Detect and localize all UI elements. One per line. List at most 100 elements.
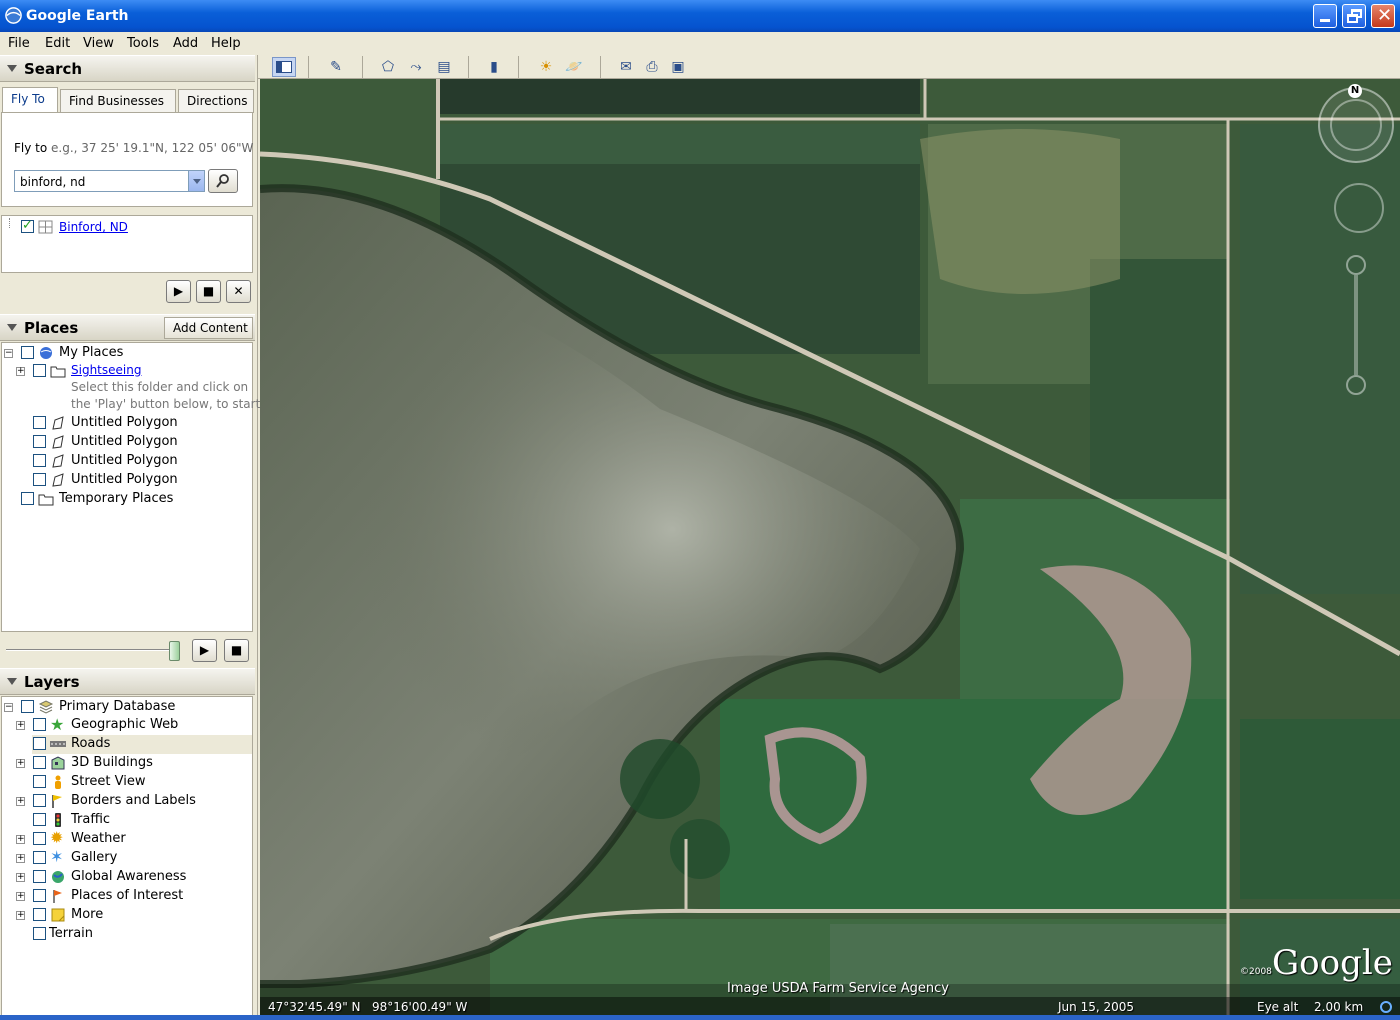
layer-3d-buildings[interactable]: 3D Buildings [71, 755, 153, 770]
temporary-places-checkbox[interactable] [21, 492, 34, 505]
polygon-button[interactable]: ⬠ [376, 57, 400, 77]
result-checkbox[interactable]: ✓ [21, 218, 34, 233]
toolbar: ✎ ⬠ ⤳ ▤ ▮ ☀ 🪐 ✉ ⎙ ▣ [258, 55, 1400, 79]
layer-roads[interactable]: Roads [71, 736, 110, 751]
search-input[interactable]: binford, nd [14, 170, 205, 192]
menu-tools[interactable]: Tools [127, 36, 159, 51]
print-button[interactable]: ⎙ [640, 57, 664, 77]
move-joystick[interactable] [1334, 183, 1384, 233]
layer-checkbox[interactable] [33, 794, 46, 807]
polygon-label[interactable]: Untitled Polygon [71, 472, 178, 487]
polygon-checkbox[interactable] [33, 435, 46, 448]
layers-header[interactable]: Layers [0, 668, 255, 695]
layer-checkbox[interactable] [33, 775, 46, 788]
primary-database-label[interactable]: Primary Database [59, 699, 175, 714]
polygon-label[interactable]: Untitled Polygon [71, 453, 178, 468]
layer-checkbox[interactable] [33, 832, 46, 845]
ruler-button[interactable]: ▮ [482, 57, 506, 77]
stop-tour-button[interactable]: ■ [196, 280, 221, 303]
primary-database-checkbox[interactable] [21, 700, 34, 713]
expand-toggle[interactable]: + [16, 367, 25, 376]
minimize-button[interactable] [1313, 4, 1337, 28]
map-view[interactable]: N Image USDA Farm Service Agency ©2008 G… [260, 79, 1400, 1017]
sky-button[interactable]: 🪐 [562, 57, 586, 77]
clear-results-button[interactable]: ✕ [226, 280, 251, 303]
layer-checkbox[interactable] [33, 870, 46, 883]
layer-checkbox[interactable] [33, 718, 46, 731]
layer-weather[interactable]: Weather [71, 831, 126, 846]
layer-places-of-interest[interactable]: Places of Interest [71, 888, 183, 903]
zoom-slider[interactable] [1354, 275, 1358, 375]
layer-checkbox[interactable] [33, 908, 46, 921]
tab-fly-to[interactable]: Fly To [2, 87, 58, 115]
search-button[interactable] [208, 169, 238, 193]
expand-toggle[interactable]: + [16, 835, 25, 844]
slider-handle[interactable] [169, 641, 180, 661]
expand-toggle[interactable]: + [16, 911, 25, 920]
collapse-toggle[interactable]: − [4, 703, 13, 712]
email-button[interactable]: ✉ [614, 57, 638, 77]
expand-toggle[interactable]: + [16, 759, 25, 768]
layer-geographic-web[interactable]: Geographic Web [71, 717, 178, 732]
sidebar-toggle-button[interactable] [272, 57, 296, 77]
polygon-label[interactable]: Untitled Polygon [71, 434, 178, 449]
result-binford[interactable]: Binford, ND [59, 220, 128, 234]
tour-speed-slider[interactable] [6, 649, 178, 651]
zoom-out-button[interactable] [1346, 375, 1366, 395]
grid-placemark-icon [38, 220, 53, 234]
layer-checkbox[interactable] [33, 737, 46, 750]
places-header[interactable]: Places Add Content [0, 314, 255, 341]
sunlight-button[interactable]: ☀ [534, 57, 558, 77]
terrain-checkbox[interactable] [33, 927, 46, 940]
play-tour-button[interactable]: ▶ [166, 280, 191, 303]
polygon-checkbox[interactable] [33, 416, 46, 429]
zoom-in-button[interactable] [1346, 255, 1366, 275]
dropdown-arrow-icon[interactable] [188, 171, 204, 191]
layer-checkbox[interactable] [33, 813, 46, 826]
menu-add[interactable]: Add [173, 36, 198, 51]
my-places-checkbox[interactable] [21, 346, 34, 359]
menu-help[interactable]: Help [211, 36, 241, 51]
layer-borders-labels[interactable]: Borders and Labels [71, 793, 196, 808]
expand-toggle[interactable]: + [16, 854, 25, 863]
menu-view[interactable]: View [83, 36, 114, 51]
expand-toggle[interactable]: + [16, 873, 25, 882]
search-header[interactable]: Search [0, 55, 255, 82]
layer-checkbox[interactable] [33, 889, 46, 902]
collapse-toggle[interactable]: − [4, 349, 13, 358]
compass-north-label[interactable]: N [1348, 84, 1362, 98]
menu-edit[interactable]: Edit [45, 36, 70, 51]
expand-toggle[interactable]: + [16, 892, 25, 901]
layer-global-awareness[interactable]: Global Awareness [71, 869, 186, 884]
polygon-checkbox[interactable] [33, 454, 46, 467]
play-button[interactable]: ▶ [192, 639, 217, 662]
maps-button[interactable]: ▣ [666, 57, 690, 77]
look-joystick[interactable] [1330, 99, 1382, 151]
stop-button[interactable]: ■ [224, 639, 249, 662]
my-places-label[interactable]: My Places [59, 345, 123, 360]
menu-file[interactable]: File [8, 36, 30, 51]
layer-traffic[interactable]: Traffic [71, 812, 110, 827]
layer-street-view[interactable]: Street View [71, 774, 145, 789]
placemark-button[interactable]: ✎ [324, 57, 348, 77]
layer-gallery[interactable]: Gallery [71, 850, 117, 865]
maximize-button[interactable] [1342, 4, 1366, 28]
layer-checkbox[interactable] [33, 756, 46, 769]
layer-checkbox[interactable] [33, 851, 46, 864]
layer-more[interactable]: More [71, 907, 103, 922]
expand-toggle[interactable]: + [16, 721, 25, 730]
path-button[interactable]: ⤳ [404, 57, 428, 77]
expand-toggle[interactable]: + [16, 797, 25, 806]
tab-find-businesses[interactable]: Find Businesses [60, 89, 176, 113]
sightseeing-link[interactable]: Sightseeing [71, 363, 141, 377]
sightseeing-checkbox[interactable] [33, 364, 46, 377]
polygon-checkbox[interactable] [33, 473, 46, 486]
tab-directions[interactable]: Directions [178, 89, 254, 113]
image-overlay-button[interactable]: ▤ [432, 57, 456, 77]
temporary-places-label[interactable]: Temporary Places [59, 491, 173, 506]
close-icon: ✕ [233, 284, 244, 298]
add-content-button[interactable]: Add Content [164, 317, 253, 339]
layer-terrain[interactable]: Terrain [49, 926, 93, 941]
close-button[interactable]: ✕ [1371, 4, 1395, 28]
polygon-label[interactable]: Untitled Polygon [71, 415, 178, 430]
